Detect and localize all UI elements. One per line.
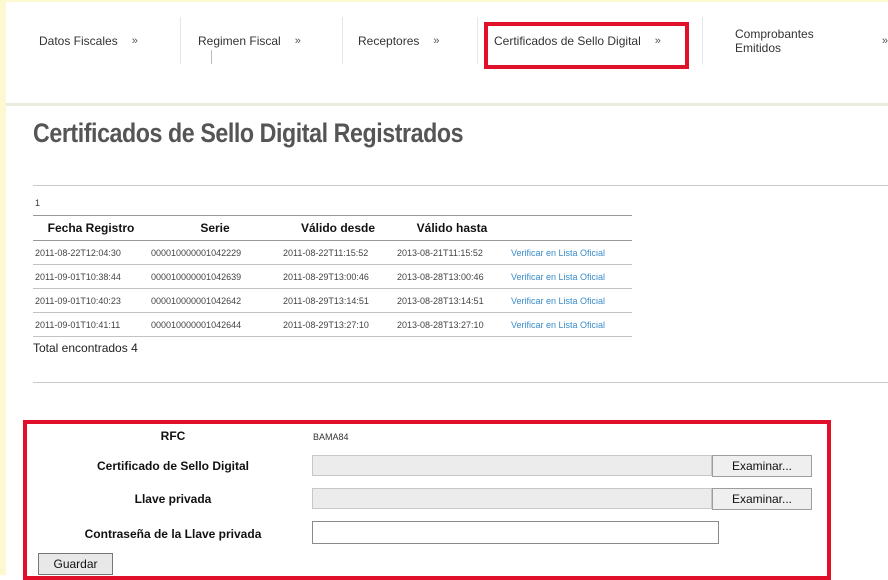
table-row: 2011-09-01T10:40:23 000010000001042642 2… bbox=[33, 288, 632, 313]
password-label: Contraseña de la Llave privada bbox=[84, 527, 262, 541]
page-title: Certificados de Sello Digital Registrado… bbox=[33, 118, 464, 148]
password-input[interactable] bbox=[312, 521, 719, 544]
total-count: Total encontrados 4 bbox=[33, 341, 138, 355]
tab-label: Comprobantes Emitidos bbox=[735, 26, 814, 55]
tab-divider bbox=[211, 50, 212, 64]
cell-serie: 000010000001042644 bbox=[149, 312, 281, 337]
column-header bbox=[509, 215, 632, 241]
save-button[interactable]: Guardar bbox=[38, 553, 113, 575]
tab-underline-band bbox=[6, 66, 888, 106]
column-header: Fecha Registro bbox=[33, 215, 149, 241]
certificate-browse-button[interactable]: Examinar... bbox=[712, 455, 812, 477]
cell-valido-desde: 2011-08-22T11:15:52 bbox=[281, 240, 395, 265]
private-key-label: Llave privada bbox=[134, 492, 212, 506]
cell-fecha-registro: 2011-08-22T12:04:30 bbox=[33, 240, 149, 265]
certificate-label: Certificado de Sello Digital bbox=[96, 459, 250, 473]
cell-serie: 000010000001042229 bbox=[149, 240, 281, 265]
table-row: 2011-09-01T10:38:44 000010000001042639 2… bbox=[33, 264, 632, 289]
verify-link[interactable]: Verificar en Lista Oficial bbox=[509, 312, 632, 337]
tab-datos-fiscales[interactable]: Datos Fiscales » bbox=[39, 17, 181, 64]
divider-top bbox=[33, 185, 888, 186]
tab-bar: Datos Fiscales » Regimen Fiscal » Recept… bbox=[6, 2, 888, 66]
rfc-value: BAMA84 bbox=[313, 432, 349, 442]
table-header-row: Fecha Registro Serie Válido desde Válido… bbox=[33, 215, 632, 241]
cell-fecha-registro: 2011-09-01T10:41:11 bbox=[33, 312, 149, 337]
certificate-file-field[interactable] bbox=[312, 455, 712, 476]
cell-valido-desde: 2011-08-29T13:14:51 bbox=[281, 288, 395, 313]
cell-valido-hasta: 2013-08-28T13:00:46 bbox=[395, 264, 509, 289]
certificates-table: Fecha Registro Serie Válido desde Válido… bbox=[33, 215, 632, 337]
rfc-label: RFC bbox=[160, 429, 186, 443]
divider-bottom bbox=[33, 382, 888, 383]
column-header: Válido hasta bbox=[395, 215, 509, 241]
tab-label: Receptores bbox=[358, 33, 420, 48]
cell-fecha-registro: 2011-09-01T10:40:23 bbox=[33, 288, 149, 313]
page-number[interactable]: 1 bbox=[35, 198, 40, 208]
cell-valido-desde: 2011-08-29T13:27:10 bbox=[281, 312, 395, 337]
chevron-right-icon: » bbox=[881, 34, 888, 47]
cell-valido-hasta: 2013-08-28T13:14:51 bbox=[395, 288, 509, 313]
verify-link[interactable]: Verificar en Lista Oficial bbox=[509, 240, 632, 265]
chevron-right-icon: » bbox=[131, 34, 138, 47]
chevron-right-icon: » bbox=[294, 34, 301, 47]
private-key-file-field[interactable] bbox=[312, 488, 712, 509]
tab-receptores[interactable]: Receptores » bbox=[358, 17, 478, 64]
active-tab-highlight bbox=[484, 22, 689, 69]
column-header: Serie bbox=[149, 215, 281, 241]
tab-label: Regimen Fiscal bbox=[198, 33, 281, 48]
verify-link[interactable]: Verificar en Lista Oficial bbox=[509, 264, 632, 289]
cell-valido-hasta: 2013-08-28T13:27:10 bbox=[395, 312, 509, 337]
table-row: 2011-08-22T12:04:30 000010000001042229 2… bbox=[33, 240, 632, 265]
cell-fecha-registro: 2011-09-01T10:38:44 bbox=[33, 264, 149, 289]
tab-comprobantes-emitidos[interactable]: Comprobantes Emitidos » bbox=[735, 17, 888, 64]
verify-link[interactable]: Verificar en Lista Oficial bbox=[509, 288, 632, 313]
chevron-right-icon: » bbox=[433, 34, 440, 47]
tab-regimen-fiscal[interactable]: Regimen Fiscal » bbox=[198, 17, 343, 64]
tab-label: Datos Fiscales bbox=[39, 33, 118, 48]
cell-valido-desde: 2011-08-29T13:00:46 bbox=[281, 264, 395, 289]
private-key-browse-button[interactable]: Examinar... bbox=[712, 488, 812, 510]
cell-serie: 000010000001042639 bbox=[149, 264, 281, 289]
column-header: Válido desde bbox=[281, 215, 395, 241]
cell-serie: 000010000001042642 bbox=[149, 288, 281, 313]
table-row: 2011-09-01T10:41:11 000010000001042644 2… bbox=[33, 312, 632, 337]
cell-valido-hasta: 2013-08-21T11:15:52 bbox=[395, 240, 509, 265]
